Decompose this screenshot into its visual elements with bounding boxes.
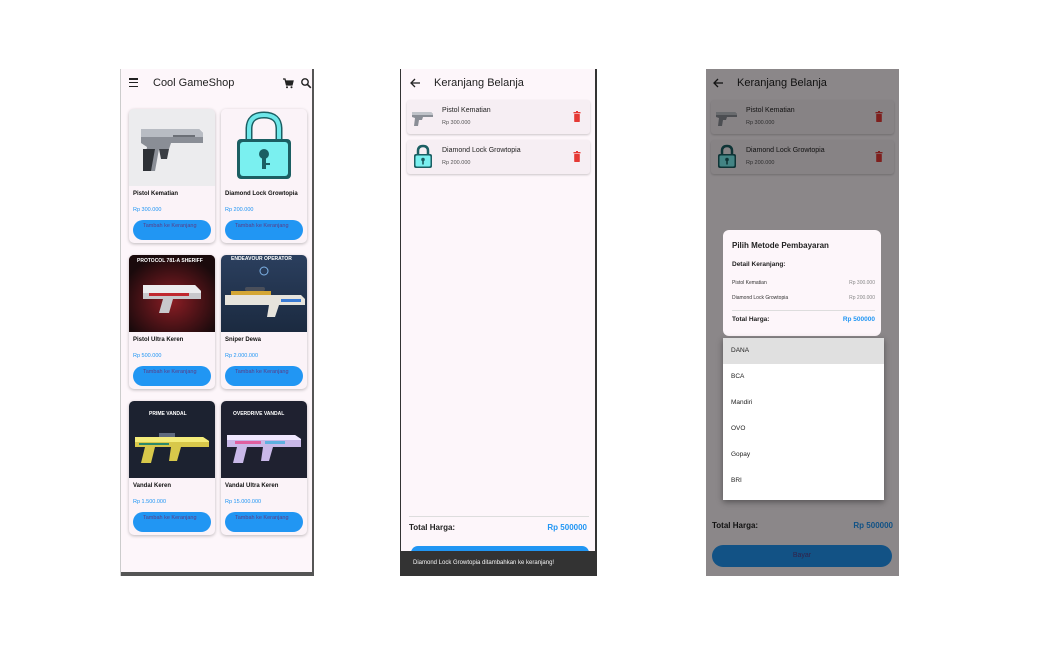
dialog-total-label: Total Harga: — [732, 316, 770, 323]
payment-method-option[interactable]: Mandiri — [723, 390, 884, 416]
trash-icon[interactable] — [573, 151, 581, 162]
cart-item-name: Diamond Lock Growtopia — [442, 147, 521, 154]
product-name: Vandal Keren — [133, 483, 172, 489]
menu-icon[interactable] — [129, 78, 138, 88]
pistol-icon — [129, 109, 215, 186]
product-price: Rp 500.000 — [133, 353, 162, 359]
sniper-icon: ENDEAVOUR OPERATOR — [221, 255, 307, 332]
payment-method-option[interactable]: Gopay — [723, 442, 884, 468]
product-card[interactable]: Diamond Lock Growtopia Rp 200.000 Tambah… — [221, 109, 307, 243]
pistol-skin-icon: PROTOCOL 781-A SHERIFF — [129, 255, 215, 332]
product-card[interactable]: PROTOCOL 781-A SHERIFF Pistol Ultra Kere… — [129, 255, 215, 389]
product-name: Diamond Lock Growtopia — [225, 191, 298, 197]
product-banner: PROTOCOL 781-A SHERIFF — [137, 258, 203, 264]
detail-item-name: Diamond Lock Growtopia — [732, 295, 789, 301]
add-to-cart-button[interactable]: Tambah ke Keranjang — [225, 366, 303, 386]
add-to-cart-button[interactable]: Tambah ke Keranjang — [133, 220, 211, 240]
total-value: Rp 500000 — [547, 523, 587, 532]
product-price: Rp 2.000.000 — [225, 353, 259, 359]
payment-method-option[interactable]: DANA — [723, 338, 884, 364]
product-banner: OVERDRIVE VANDAL — [233, 411, 285, 417]
vandal-ultra-icon: OVERDRIVE VANDAL — [221, 401, 307, 478]
cart-detail-label: Detail Keranjang: — [732, 261, 786, 268]
product-name: Sniper Dewa — [225, 337, 262, 343]
total-divider — [409, 516, 589, 517]
cart-item-price: Rp 200.000 — [442, 160, 471, 166]
cart-item: Pistol Kematian Rp 300.000 — [407, 100, 590, 134]
payment-method-option[interactable]: BRI — [723, 468, 884, 494]
product-card[interactable]: Pistol Kematian Rp 300.000 Tambah ke Ker… — [129, 109, 215, 243]
payment-dialog: Pilih Metode Pembayaran Detail Keranjang… — [723, 230, 881, 336]
detail-item-name: Pistol Kematian — [732, 280, 767, 286]
add-to-cart-button[interactable]: Tambah ke Keranjang — [133, 366, 211, 386]
shop-app-bar: Cool GameShop — [121, 69, 312, 99]
shop-title: Cool GameShop — [153, 77, 235, 89]
payment-screen: Keranjang Belanja Pistol Kematian Rp 300… — [706, 69, 899, 576]
product-price: Rp 15.000.000 — [225, 499, 262, 505]
dialog-title: Pilih Metode Pembayaran — [732, 241, 829, 250]
detail-item-price: Rp 200.000 — [849, 295, 875, 301]
back-arrow-icon[interactable] — [409, 77, 421, 89]
snackbar-message: Diamond Lock Growtopia ditambahkan ke ke… — [401, 551, 595, 576]
dialog-total-value: Rp 500000 — [842, 316, 875, 323]
product-banner: ENDEAVOUR OPERATOR — [231, 256, 292, 262]
dialog-divider — [732, 310, 875, 311]
product-card[interactable]: OVERDRIVE VANDAL Vandal Ultra Keren Rp 1… — [221, 401, 307, 535]
add-to-cart-button[interactable]: Tambah ke Keranjang — [225, 220, 303, 240]
detail-item-price: Rp 300.000 — [849, 280, 875, 286]
pistol-icon — [412, 112, 433, 126]
product-name: Pistol Ultra Keren — [133, 337, 184, 343]
cart-title: Keranjang Belanja — [434, 77, 524, 89]
trash-icon[interactable] — [573, 111, 581, 122]
product-card[interactable]: ENDEAVOUR OPERATOR Sniper Dewa Rp 2.000.… — [221, 255, 307, 389]
add-to-cart-button[interactable]: Tambah ke Keranjang — [133, 512, 211, 532]
cart-item-price: Rp 300.000 — [442, 120, 471, 126]
cart-item-name: Pistol Kematian — [442, 107, 491, 114]
product-price: Rp 1.500.000 — [133, 499, 167, 505]
product-banner: PRIME VANDAL — [149, 411, 187, 417]
cart-item: Diamond Lock Growtopia Rp 200.000 — [407, 140, 590, 174]
cart-screen: Keranjang Belanja Pistol Kematian Rp 300… — [400, 69, 597, 576]
diamond-lock-icon — [221, 109, 307, 186]
detail-row: Pistol Kematian Rp 300.000 — [732, 280, 875, 286]
product-price: Rp 200.000 — [225, 207, 254, 213]
vandal-icon: PRIME VANDAL — [129, 401, 215, 478]
payment-method-option[interactable]: OVO — [723, 416, 884, 442]
detail-row: Diamond Lock Growtopia Rp 200.000 — [732, 295, 875, 301]
product-name: Pistol Kematian — [133, 191, 179, 197]
payment-method-dropdown[interactable]: DANA BCA Mandiri OVO Gopay BRI — [723, 338, 884, 500]
product-name: Vandal Ultra Keren — [225, 483, 279, 489]
diamond-lock-icon — [414, 144, 432, 168]
search-icon[interactable] — [300, 77, 312, 89]
product-price: Rp 300.000 — [133, 207, 162, 213]
total-label: Total Harga: — [409, 523, 456, 532]
cart-icon[interactable] — [282, 77, 294, 89]
bottom-divider — [121, 572, 312, 576]
payment-method-option[interactable]: BCA — [723, 364, 884, 390]
add-to-cart-button[interactable]: Tambah ke Keranjang — [225, 512, 303, 532]
shop-screen: Cool GameShop Pistol Kematian Rp 300.000… — [120, 69, 314, 576]
product-card[interactable]: PRIME VANDAL Vandal Keren Rp 1.500.000 T… — [129, 401, 215, 535]
